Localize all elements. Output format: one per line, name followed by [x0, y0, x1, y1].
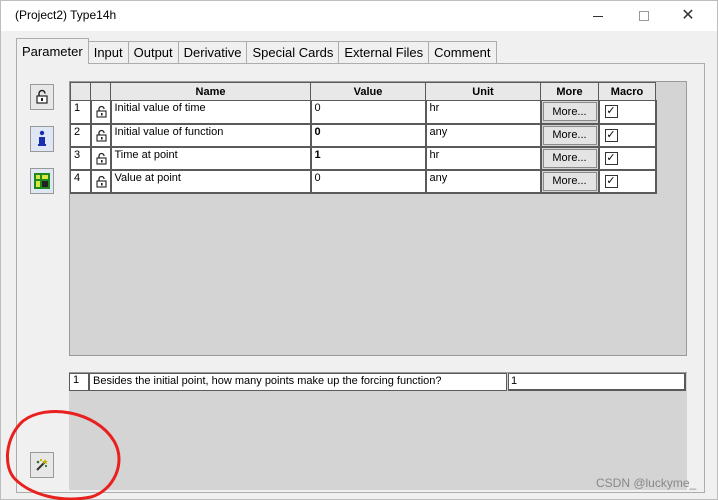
parameter-row: 1 Initial value of time 0 hr More... ✓ — [70, 100, 657, 125]
tab-special-cards[interactable]: Special Cards — [246, 41, 340, 63]
tab-input[interactable]: Input — [87, 41, 129, 63]
question-number: 1 — [69, 373, 89, 391]
more-button[interactable]: More... — [542, 148, 597, 168]
row-lock-toggle[interactable] — [90, 100, 112, 125]
maximize-button[interactable] — [621, 1, 667, 31]
parameter-header-row: Name Value Unit More Macro — [70, 82, 656, 101]
row-lock-toggle[interactable] — [90, 169, 112, 194]
more-button[interactable]: More... — [542, 125, 597, 145]
close-icon: ✕ — [681, 7, 695, 24]
parameter-row: 3 Time at point 1 hr More... ✓ — [70, 146, 657, 171]
row-number: 1 — [70, 100, 92, 125]
lock-icon — [95, 105, 109, 122]
window-title: (Project2) Type14h — [15, 8, 117, 22]
watermark: CSDN @luckyme_ — [596, 476, 697, 490]
row-unit-field[interactable]: any — [425, 169, 542, 194]
row-number: 4 — [70, 169, 92, 194]
lock-icon — [95, 152, 109, 169]
header-name: Name — [110, 82, 311, 101]
macro-checkbox[interactable]: ✓ — [604, 151, 618, 165]
wand-icon — [36, 458, 48, 471]
grid-view-button[interactable] — [30, 168, 54, 194]
grid-icon — [34, 173, 50, 189]
tab-output[interactable]: Output — [127, 41, 179, 63]
parameter-grid: Name Value Unit More Macro 1 Initial valu… — [69, 81, 687, 356]
lock-icon — [36, 89, 48, 104]
row-more-cell: More... — [540, 100, 600, 125]
parameter-row: 4 Value at point 0 any More... ✓ — [70, 169, 657, 194]
header-macro: Macro — [598, 82, 656, 101]
row-unit-field[interactable]: hr — [425, 100, 542, 125]
row-macro-cell: ✓ — [598, 100, 657, 125]
row-number: 2 — [70, 123, 92, 148]
row-lock-toggle[interactable] — [90, 123, 112, 148]
row-name: Initial value of time — [110, 100, 312, 125]
row-name: Value at point — [110, 169, 312, 194]
row-more-cell: More... — [540, 169, 600, 194]
lock-toggle-button[interactable] — [30, 84, 54, 110]
header-lock — [90, 82, 111, 101]
tab-comment[interactable]: Comment — [428, 41, 497, 63]
header-value: Value — [310, 82, 426, 101]
row-value-field[interactable]: 0 — [310, 123, 427, 148]
row-lock-toggle[interactable] — [90, 146, 112, 171]
header-unit: Unit — [425, 82, 541, 101]
row-name: Time at point — [110, 146, 312, 171]
row-unit-field[interactable]: hr — [425, 146, 542, 171]
row-unit-field[interactable]: any — [425, 123, 542, 148]
close-button[interactable]: ✕ — [665, 1, 711, 31]
info-icon — [38, 130, 46, 146]
tab-derivative[interactable]: Derivative — [177, 41, 248, 63]
row-macro-cell: ✓ — [598, 169, 657, 194]
macro-checkbox[interactable]: ✓ — [604, 174, 618, 188]
dialog-window: (Project2) Type14h ✕ Parameter Input Out… — [0, 0, 718, 500]
header-number — [70, 82, 91, 101]
row-number: 3 — [70, 146, 92, 171]
row-value-field[interactable]: 0 — [310, 169, 427, 194]
question-value-field[interactable]: 1 — [508, 373, 686, 391]
more-button[interactable]: More... — [542, 171, 597, 191]
lock-icon — [95, 129, 109, 146]
tab-parameter[interactable]: Parameter — [16, 38, 89, 64]
maximize-icon — [639, 11, 649, 21]
row-macro-cell: ✓ — [598, 123, 657, 148]
header-more: More — [540, 82, 599, 101]
row-name: Initial value of function — [110, 123, 312, 148]
minimize-icon — [593, 15, 603, 17]
wizard-button[interactable] — [30, 452, 54, 478]
parameter-panel: Name Value Unit More Macro 1 Initial valu… — [16, 63, 705, 493]
tab-strip: Parameter Input Output Derivative Specia… — [16, 38, 497, 64]
question-text: Besides the initial point, how many poin… — [89, 373, 507, 391]
question-grid: 1 Besides the initial point, how many po… — [69, 372, 687, 490]
row-more-cell: More... — [540, 123, 600, 148]
row-value-field[interactable]: 1 — [310, 146, 427, 171]
title-bar: (Project2) Type14h ✕ — [1, 1, 717, 31]
macro-checkbox[interactable]: ✓ — [604, 105, 618, 118]
row-value-field[interactable]: 0 — [310, 100, 427, 125]
lock-icon — [95, 175, 109, 192]
parameter-table: Name Value Unit More Macro 1 Initial valu… — [70, 82, 657, 194]
parameter-row: 2 Initial value of function 0 any More... ✓ — [70, 123, 657, 148]
tab-external-files[interactable]: External Files — [338, 41, 430, 63]
more-button[interactable]: More... — [542, 102, 597, 121]
row-more-cell: More... — [540, 146, 600, 171]
info-button[interactable] — [30, 126, 54, 152]
minimize-button[interactable] — [575, 1, 621, 31]
row-macro-cell: ✓ — [598, 146, 657, 171]
macro-checkbox[interactable]: ✓ — [604, 128, 618, 142]
